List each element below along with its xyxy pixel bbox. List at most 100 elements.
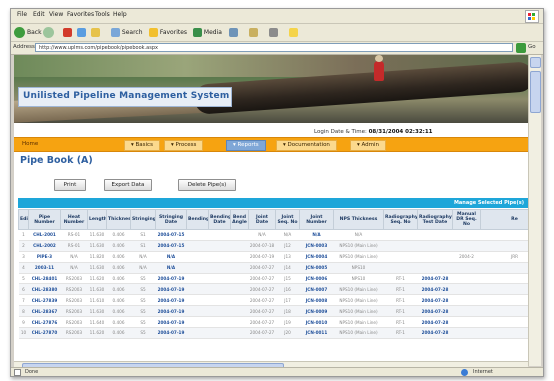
edit-button[interactable] xyxy=(289,26,298,38)
column-header[interactable]: NPS Thickness xyxy=(333,209,384,230)
table-cell[interactable]: JCN-0003 xyxy=(299,240,334,252)
table-cell[interactable]: CHL-27876 xyxy=(28,316,61,329)
row-edit-cell[interactable]: 3 xyxy=(18,251,29,263)
table-cell[interactable]: PIPE-3 xyxy=(28,251,61,263)
table-cell[interactable]: CHL-27870 xyxy=(28,327,61,339)
column-header[interactable]: Bending xyxy=(186,209,209,230)
scroll-up-arrow[interactable] xyxy=(530,57,541,68)
column-header[interactable]: Joint Number xyxy=(299,209,334,230)
table-row[interactable]: 9 CHL-27876 RS2003 11.640 0.406 S5 2004-07-19 2… xyxy=(18,316,528,329)
table-row[interactable]: 1 CHL-2001 RS-01 11.630 0.406 S1 2004-07-15 N/A… xyxy=(18,229,528,241)
menu-tools[interactable]: Tools xyxy=(95,11,110,18)
history-button[interactable] xyxy=(229,26,238,38)
table-cell[interactable]: 2004-07-28 xyxy=(417,327,453,339)
table-cell[interactable]: 2004-07-19 xyxy=(155,283,187,296)
nav-documentation[interactable]: ▾ Documentation xyxy=(276,140,337,151)
menu-view[interactable]: View xyxy=(49,11,63,18)
table-cell[interactable]: 2004-07-28 xyxy=(417,305,453,318)
table-cell[interactable]: 2004-07-19 xyxy=(155,327,187,339)
table-cell[interactable]: CHL-28401 xyxy=(28,273,61,285)
menu-favorites[interactable]: Favorites xyxy=(67,11,94,18)
table-cell[interactable]: JCN-0006 xyxy=(299,273,334,285)
nav-basics[interactable]: ▾ Basics xyxy=(124,140,160,151)
column-header[interactable]: Pipe Number xyxy=(28,209,61,230)
go-label[interactable]: Go xyxy=(528,44,536,50)
column-header[interactable]: Edit xyxy=(18,209,29,230)
print-button[interactable] xyxy=(269,26,278,38)
back-button[interactable]: Back xyxy=(14,26,42,38)
column-header[interactable]: Re xyxy=(480,209,528,230)
table-row[interactable]: 10 CHL-27870 RS2003 11.620 0.406 S5 2004-07-19… xyxy=(18,327,528,339)
row-edit-cell[interactable]: 10 xyxy=(18,327,29,339)
go-icon[interactable] xyxy=(516,43,526,53)
table-cell[interactable]: JCN-0011 xyxy=(299,327,334,339)
table-row[interactable]: 6 CHL-28380 RS2003 11.630 0.406 S5 2004-07-19 2… xyxy=(18,283,528,296)
table-cell[interactable]: JCN-0009 xyxy=(299,305,334,318)
search-button[interactable]: Search xyxy=(111,26,143,38)
table-cell[interactable]: 2004-07-19 xyxy=(155,305,187,318)
table-cell[interactable]: CHL-27839 xyxy=(28,294,61,307)
table-cell[interactable]: JCN-0008 xyxy=(299,294,334,307)
table-cell[interactable]: 2003-11 xyxy=(28,262,61,274)
table-cell[interactable]: 2004-07-19 xyxy=(155,316,187,329)
address-input[interactable]: http://www.uplms.com/pipebook/pipebook.a… xyxy=(35,43,513,52)
row-edit-cell[interactable]: 1 xyxy=(18,229,29,241)
table-row[interactable]: 4 2003-11 N/A 11.630 0.406 N/A N/A 2004-07-27 J1… xyxy=(18,262,528,274)
mail-button[interactable] xyxy=(249,26,258,38)
menu-file[interactable]: File xyxy=(17,11,27,18)
menu-help[interactable]: Help xyxy=(113,11,127,18)
row-edit-cell[interactable]: 5 xyxy=(18,273,29,285)
table-row[interactable]: 8 CHL-28367 RS2003 11.630 0.406 S5 2004-07-19 2… xyxy=(18,305,528,318)
column-header[interactable]: Radiography Test Date xyxy=(417,209,453,230)
table-row[interactable]: 7 CHL-27839 RS2003 11.610 0.406 S5 2004-07-19 2… xyxy=(18,294,528,307)
table-cell[interactable]: 2004-07-28 xyxy=(417,294,453,307)
column-header[interactable]: Heat Number xyxy=(60,209,88,230)
row-edit-cell[interactable]: 8 xyxy=(18,305,29,318)
vertical-scroll-thumb[interactable] xyxy=(530,71,541,113)
column-header[interactable]: Bend Angle xyxy=(230,209,249,230)
column-header[interactable]: Joint Date xyxy=(248,209,276,230)
table-row[interactable]: 2 CHL-2002 RS-01 11.630 0.406 S1 2004-07-15 200… xyxy=(18,240,528,252)
row-edit-cell[interactable]: 4 xyxy=(18,262,29,274)
table-cell[interactable]: 2004-07-15 xyxy=(155,240,187,252)
column-header[interactable]: Manual DR Seq. No xyxy=(452,209,481,230)
menu-edit[interactable]: Edit xyxy=(33,11,45,18)
table-cell[interactable]: N/A xyxy=(299,229,334,241)
table-cell[interactable]: 2004-07-19 xyxy=(155,273,187,285)
table-row[interactable]: 3 PIPE-3 N/A 11.820 0.406 N/A N/A 2004-07-19 J13… xyxy=(18,251,528,263)
manage-selected-link[interactable]: Manage Selected Pipe(s) xyxy=(454,200,524,206)
delete-pipes-button[interactable]: Delete Pipe(s) xyxy=(178,179,236,191)
column-header[interactable]: Stringing Date xyxy=(155,209,187,230)
column-header[interactable]: Bending Date xyxy=(208,209,231,230)
row-edit-cell[interactable]: 9 xyxy=(18,316,29,329)
export-data-button[interactable]: Export Data xyxy=(104,179,152,191)
table-cell[interactable]: N/A xyxy=(155,251,187,263)
vertical-scrollbar[interactable] xyxy=(528,55,541,366)
stop-button[interactable] xyxy=(63,26,72,38)
table-row[interactable]: 5 CHL-28401 RS2003 11.620 0.406 S5 2004-07-19 2… xyxy=(18,273,528,285)
table-cell[interactable]: 2004-07-15 xyxy=(155,229,187,241)
column-header[interactable]: Length xyxy=(87,209,107,230)
table-cell[interactable]: 2004-07-28 xyxy=(417,316,453,329)
media-button[interactable]: Media xyxy=(193,26,222,38)
print-button[interactable]: Print xyxy=(54,179,86,191)
table-cell[interactable]: CHL-2001 xyxy=(28,229,61,241)
favorites-button[interactable]: Favorites xyxy=(149,26,187,38)
row-edit-cell[interactable]: 2 xyxy=(18,240,29,252)
table-cell[interactable]: JCN-0007 xyxy=(299,283,334,296)
nav-process[interactable]: ▾ Process xyxy=(164,140,204,151)
table-cell[interactable]: JCN-0010 xyxy=(299,316,334,329)
table-cell[interactable]: CHL-28380 xyxy=(28,283,61,296)
column-header[interactable]: Stringing xyxy=(130,209,156,230)
refresh-button[interactable] xyxy=(77,26,86,38)
home-button[interactable] xyxy=(91,26,100,38)
nav-admin[interactable]: ▾ Admin xyxy=(350,140,387,151)
table-cell[interactable]: CHL-2002 xyxy=(28,240,61,252)
table-cell[interactable]: JCN-0005 xyxy=(299,262,334,274)
row-edit-cell[interactable]: 7 xyxy=(18,294,29,307)
table-cell[interactable]: N/A xyxy=(155,262,187,274)
column-header[interactable]: Radiography Seq. No xyxy=(383,209,418,230)
column-header[interactable]: Thickness xyxy=(106,209,131,230)
table-cell[interactable]: 2004-07-19 xyxy=(155,294,187,307)
table-cell[interactable]: 2004-07-28 xyxy=(417,273,453,285)
